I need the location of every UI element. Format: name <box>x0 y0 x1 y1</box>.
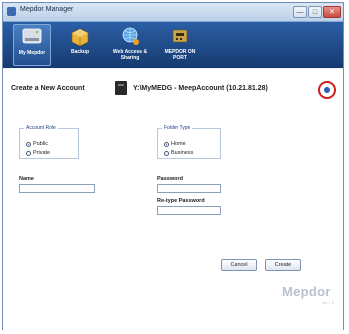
toolbar-backup[interactable]: Backup <box>61 24 99 66</box>
close-button[interactable]: ✕ <box>323 6 341 18</box>
radio-button[interactable] <box>26 141 31 147</box>
brand-logo: Mepdor <box>282 284 331 299</box>
account-role-group: Account Role Public Private <box>19 125 79 159</box>
radio-button[interactable] <box>26 150 31 156</box>
device-label: Y:\MyMEDG - MeepAccount (10.21.81.28) <box>133 85 268 92</box>
globe-share-icon <box>122 27 139 45</box>
name-field[interactable] <box>19 184 95 193</box>
password-field[interactable] <box>157 184 221 193</box>
minimize-button[interactable]: — <box>293 6 307 18</box>
create-button[interactable]: Create <box>265 259 301 271</box>
brand-version: ver 1.0 <box>322 300 335 305</box>
toolbar-mepdor-on-port[interactable]: MEPDOR ON PORT <box>159 24 201 66</box>
hard-drive-icon <box>22 28 42 44</box>
maximize-button[interactable]: □ <box>308 6 322 18</box>
backup-box-icon <box>71 28 89 47</box>
retype-password-field[interactable] <box>157 206 221 215</box>
folder-type-home-option[interactable]: Home <box>164 141 186 147</box>
toolbar-my-mepdor[interactable]: My Mepdor <box>13 24 51 66</box>
title-bar: Mepdor Manager — □ ✕ <box>3 3 343 22</box>
network-device-icon <box>172 29 188 43</box>
cancel-button[interactable]: Cancel <box>221 259 257 271</box>
account-role-legend: Account Role <box>26 125 56 131</box>
account-role-public-option[interactable]: Public <box>26 141 48 147</box>
toolbar-web-access-sharing[interactable]: Web Access & Sharing <box>107 24 153 66</box>
folder-type-business-option[interactable]: Business <box>164 150 193 156</box>
retype-password-label: Re-type Password <box>157 198 205 204</box>
main-toolbar: My Mepdor Backup Web Access & Sharing ME… <box>3 22 343 68</box>
app-window: Mepdor Manager — □ ✕ My Mepdor Backup We… <box>2 2 344 331</box>
app-icon <box>7 7 16 16</box>
name-label: Name <box>19 176 34 182</box>
page-title: Create a New Account <box>11 85 85 92</box>
folder-type-group: Folder Type Home Business <box>157 125 221 159</box>
folder-type-legend: Folder Type <box>164 125 191 131</box>
window-title: Mepdor Manager <box>20 6 74 13</box>
radio-button[interactable] <box>164 150 169 156</box>
radio-button[interactable] <box>164 141 169 147</box>
help-highlight-ring <box>318 81 336 99</box>
password-label: Password <box>157 176 183 182</box>
account-role-private-option[interactable]: Private <box>26 150 50 156</box>
drive-icon <box>115 81 127 95</box>
help-icon[interactable] <box>324 87 330 93</box>
